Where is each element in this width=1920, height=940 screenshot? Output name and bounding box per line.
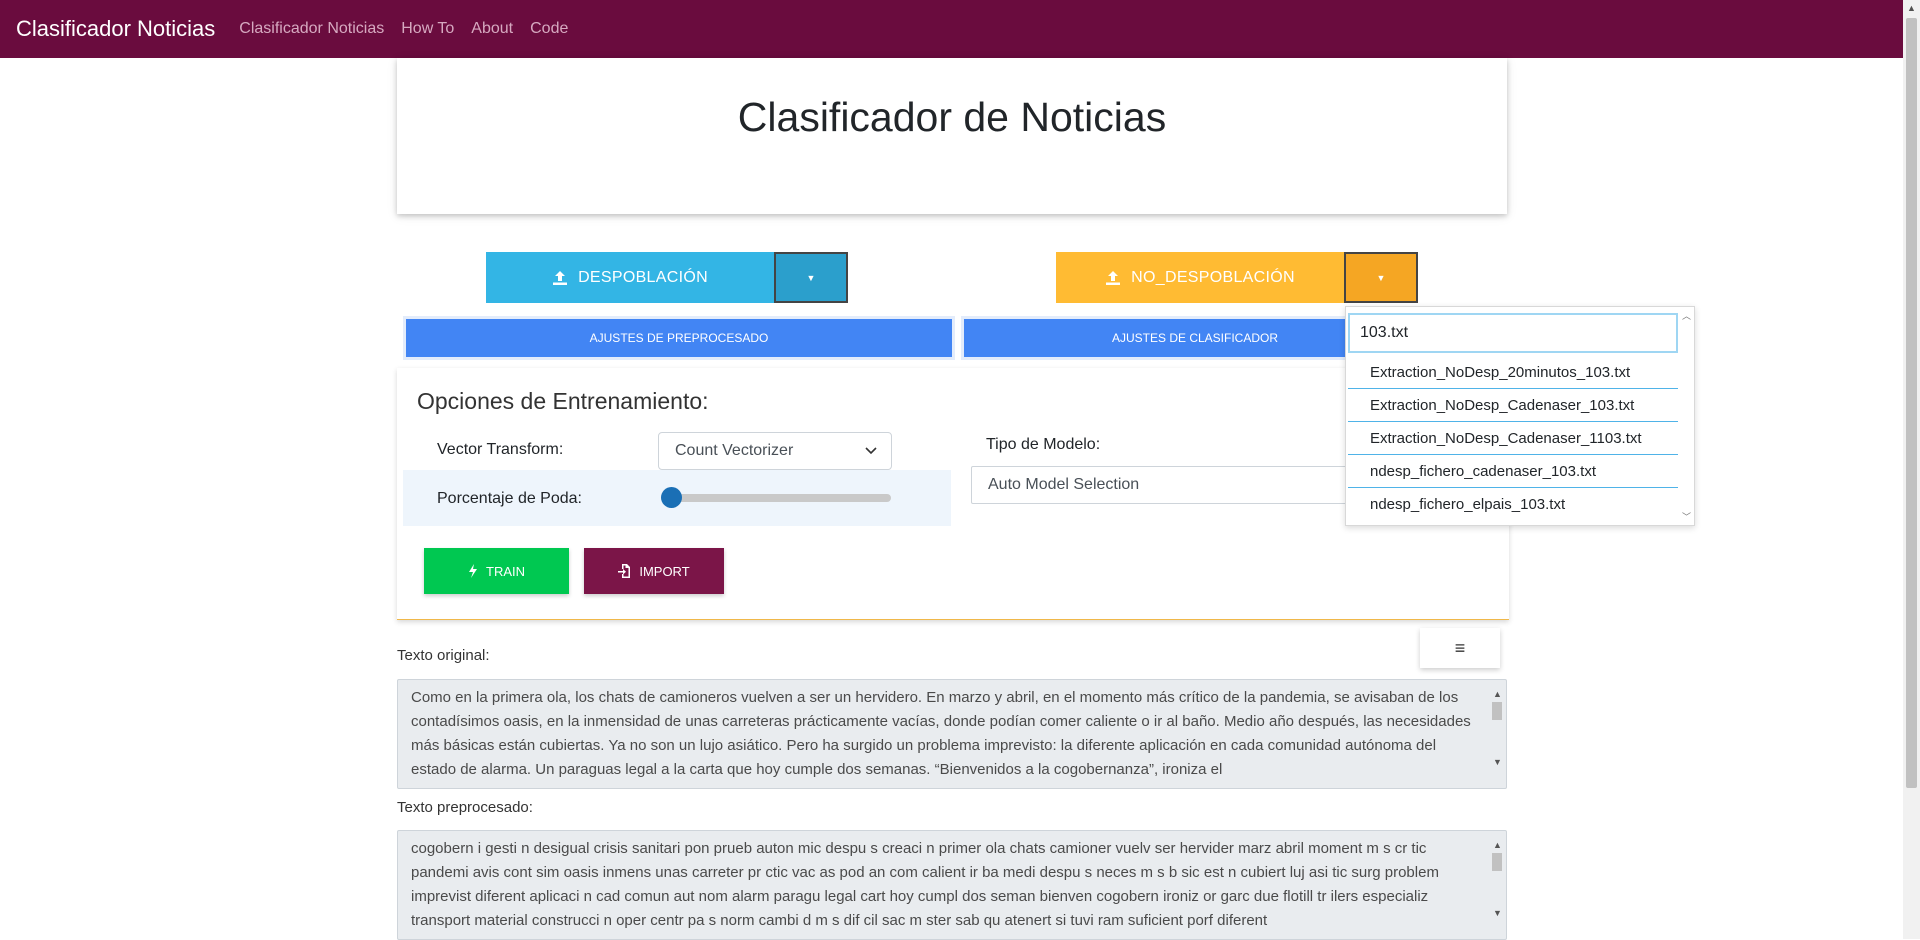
page-title: Clasificador de Noticias xyxy=(737,94,1167,140)
poda-slider-track[interactable] xyxy=(661,494,891,502)
vector-transform-select[interactable]: Count Vectorizer xyxy=(658,432,892,470)
original-text-content: Como en la primera ola, los chats de cam… xyxy=(411,689,1471,778)
file-dropdown-panel: Extraction_NoDesp_20minutos_103.txt Extr… xyxy=(1345,306,1695,526)
train-button[interactable]: TRAIN xyxy=(424,548,569,594)
model-type-select[interactable]: Auto Model Selection xyxy=(971,466,1391,504)
nav-link-how-to[interactable]: How To xyxy=(401,20,454,38)
no-despoblacion-upload-group: NO_DESPOBLACIÓN ▼ xyxy=(1056,252,1418,303)
preprocess-settings-button[interactable]: Ajustes de preprocesado xyxy=(403,316,955,360)
file-import-icon xyxy=(618,564,631,578)
scroll-up-icon[interactable]: ︿ xyxy=(1682,309,1691,322)
file-list-item[interactable]: Extraction_NoDesp_20minutos_103.txt xyxy=(1348,356,1678,389)
scroll-down-icon[interactable]: ▼ xyxy=(1493,750,1502,774)
preprocessed-text-label: Texto preprocesado: xyxy=(397,799,533,816)
file-search-input[interactable] xyxy=(1348,313,1678,353)
file-list-item[interactable]: Extraction_NoDesp_Cadenaser_1103.txt xyxy=(1348,422,1678,455)
hamburger-menu-icon: ≡ xyxy=(1454,637,1466,658)
nav-link-about[interactable]: About xyxy=(471,20,513,38)
nav-link-code[interactable]: Code xyxy=(530,20,568,38)
despoblacion-dropdown-toggle[interactable]: ▼ xyxy=(774,252,848,303)
menu-button[interactable]: ≡ xyxy=(1420,628,1500,668)
caret-down-icon: ▼ xyxy=(806,272,816,283)
scroll-down-icon[interactable]: ▼ xyxy=(1493,901,1502,925)
scroll-up-arrow-icon[interactable]: ▲ xyxy=(1903,0,1920,17)
despoblacion-label: DESPOBLACIÓN xyxy=(578,268,708,286)
vector-transform-value: Count Vectorizer xyxy=(675,442,794,459)
textarea-scrollbar[interactable]: ▲ ▼ xyxy=(1490,682,1504,786)
title-card: Clasificador de Noticias xyxy=(397,58,1507,214)
textarea-scrollbar-thumb[interactable] xyxy=(1492,853,1502,871)
training-title: Opciones de Entrenamiento: xyxy=(417,388,709,414)
original-text-label: Texto original: xyxy=(397,647,490,664)
no-despoblacion-dropdown-toggle[interactable]: ▼ xyxy=(1344,252,1418,303)
nav-link-clasificador[interactable]: Clasificador Noticias xyxy=(239,20,384,38)
file-list-item[interactable]: ndesp_fichero_elpais_103.txt xyxy=(1348,488,1678,521)
train-label: TRAIN xyxy=(486,563,525,579)
navbar: Clasificador Noticias Clasificador Notic… xyxy=(0,0,1903,58)
no-despoblacion-label: NO_DESPOBLACIÓN xyxy=(1131,268,1295,286)
import-button[interactable]: IMPORT xyxy=(584,548,724,594)
training-options-card: Opciones de Entrenamiento: Vector Transf… xyxy=(397,368,1509,620)
import-label: IMPORT xyxy=(639,563,690,579)
despoblacion-upload-button[interactable]: DESPOBLACIÓN xyxy=(486,252,774,303)
vector-transform-label: Vector Transform: xyxy=(437,441,564,458)
preprocessed-textarea[interactable]: cogobern i gesti n desigual crisis sanit… xyxy=(397,830,1507,940)
file-list-scrollbar[interactable]: ︿ ﹀ xyxy=(1680,307,1694,525)
preprocessed-text-content: cogobern i gesti n desigual crisis sanit… xyxy=(411,840,1439,929)
file-list: Extraction_NoDesp_20minutos_103.txt Extr… xyxy=(1348,356,1678,521)
chevron-down-icon xyxy=(865,447,877,455)
bolt-icon xyxy=(469,564,477,578)
model-type-value: Auto Model Selection xyxy=(988,476,1140,493)
caret-down-icon: ▼ xyxy=(1376,272,1386,283)
file-list-item[interactable]: ndesp_fichero_cadenaser_103.txt xyxy=(1348,455,1678,488)
poda-label: Porcentaje de Poda: xyxy=(437,490,582,507)
navbar-brand[interactable]: Clasificador Noticias xyxy=(16,16,215,42)
textarea-scrollbar-thumb[interactable] xyxy=(1492,702,1502,720)
no-despoblacion-upload-button[interactable]: NO_DESPOBLACIÓN xyxy=(1056,252,1344,303)
page-scrollbar[interactable]: ▲ xyxy=(1903,0,1920,939)
model-type-label: Tipo de Modelo: xyxy=(986,436,1101,453)
scroll-down-icon[interactable]: ﹀ xyxy=(1682,510,1691,523)
textarea-scrollbar[interactable]: ▲ ▼ xyxy=(1490,833,1504,937)
original-textarea[interactable]: Como en la primera ola, los chats de cam… xyxy=(397,679,1507,789)
despoblacion-upload-group: DESPOBLACIÓN ▼ xyxy=(486,252,848,303)
page-scrollbar-thumb[interactable] xyxy=(1906,18,1917,788)
file-list-item[interactable]: Extraction_NoDesp_Cadenaser_103.txt xyxy=(1348,389,1678,422)
upload-icon xyxy=(553,270,568,285)
poda-slider-thumb[interactable] xyxy=(661,487,682,508)
upload-icon xyxy=(1106,270,1121,285)
